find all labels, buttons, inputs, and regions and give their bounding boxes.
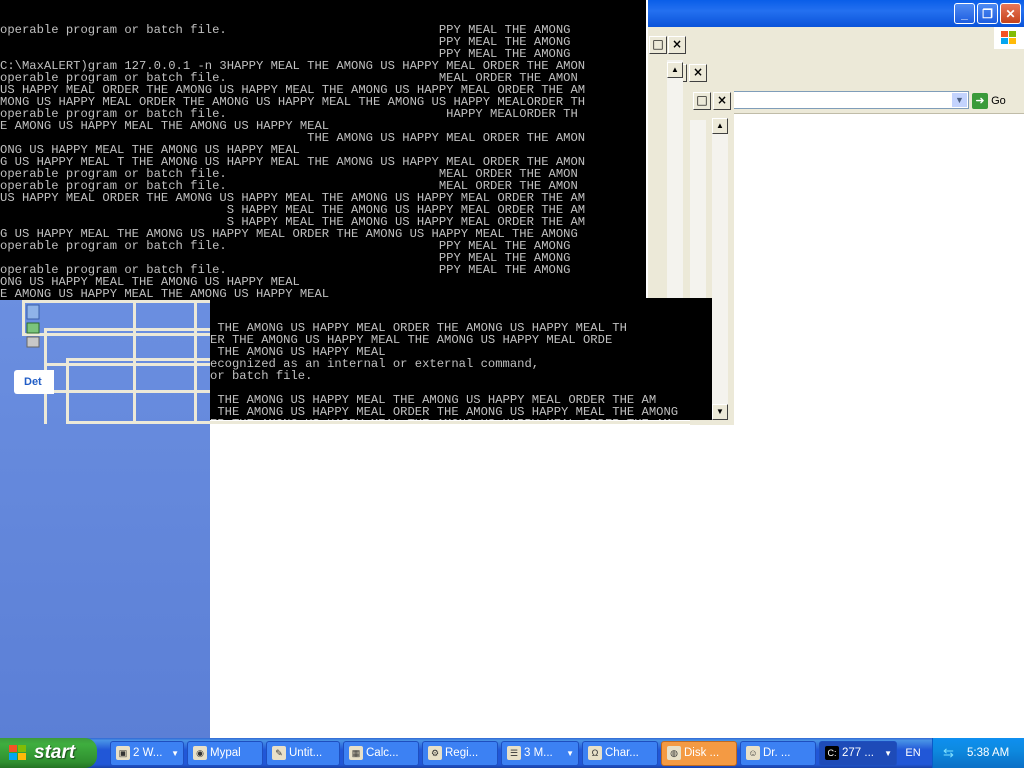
go-label: Go [991, 95, 1006, 107]
maximize-button[interactable]: ❐ [977, 3, 998, 24]
scrollbar[interactable] [667, 60, 683, 330]
maximize-button[interactable]: □ [693, 92, 711, 110]
chevron-down-icon[interactable]: ▼ [952, 93, 967, 107]
taskbar-button-console[interactable]: C: 277 ... ▼ [819, 741, 897, 766]
browser-title-bar[interactable]: _ ❐ ✕ [648, 0, 1024, 27]
console-output: operable program or batch file. PPY MEAL… [0, 0, 646, 300]
scroll-up-arrow[interactable]: ▲ [667, 62, 683, 78]
ghost-divider [133, 300, 136, 424]
taskbar-button-mypal[interactable]: ◉ Mypal [187, 741, 263, 766]
charmap-icon: Ω [588, 746, 602, 760]
scrollbar[interactable] [712, 118, 728, 420]
browser-menu-bar [648, 27, 1024, 50]
paint-icon: ✎ [272, 746, 286, 760]
network-icon[interactable]: ⇆ [943, 745, 959, 761]
taskbar: start ▣ 2 W... ▼ ◉ Mypal ✎ Untit... ▦ Cal… [0, 738, 1024, 768]
minimize-button[interactable]: _ [954, 3, 975, 24]
calculator-icon: ▦ [349, 746, 363, 760]
scroll-down-arrow[interactable]: ▼ [712, 404, 728, 420]
folder-icon: ▣ [116, 746, 130, 760]
windows-flag-icon [9, 745, 26, 760]
maximize-button[interactable]: □ [649, 36, 667, 54]
close-button[interactable]: ✕ [1000, 3, 1021, 24]
scroll-up-arrow[interactable]: ▲ [712, 118, 728, 134]
start-button[interactable]: start [0, 738, 97, 768]
system-tray: ⇆ 5:38 AM [932, 738, 1024, 768]
address-input[interactable]: ▼ [733, 91, 969, 109]
taskbar-button-explorer[interactable]: ▣ 2 W... ▼ [110, 741, 184, 766]
drwatson-icon: ☺ [746, 746, 760, 760]
chevron-down-icon: ▼ [171, 749, 179, 758]
clock[interactable]: 5:38 AM [967, 738, 1009, 768]
disk-icon: ◍ [667, 746, 681, 760]
taskbar-button-calculator[interactable]: ▦ Calc... [343, 741, 419, 766]
chevron-down-icon: ▼ [566, 749, 574, 758]
close-button[interactable]: × [689, 64, 707, 82]
ghost-divider [194, 300, 197, 424]
go-button[interactable]: ➜ Go [972, 91, 1022, 111]
taskbar-button-charmap[interactable]: Ω Char... [582, 741, 658, 766]
registry-icon: ⚙ [428, 746, 442, 760]
chevron-down-icon: ▼ [884, 749, 892, 758]
start-label: start [34, 742, 76, 763]
details-tab[interactable]: Det [14, 370, 54, 394]
browser-icon: ◉ [193, 746, 207, 760]
language-indicator[interactable]: EN [898, 738, 928, 768]
go-arrow-icon: ➜ [972, 93, 988, 110]
close-button[interactable]: × [668, 36, 686, 54]
taskbar-button-notepad[interactable]: ☰ 3 M... ▼ [501, 741, 579, 766]
notepad-icon: ☰ [507, 746, 521, 760]
taskbar-button-disk[interactable]: ◍ Disk ... [661, 741, 737, 766]
console-line: or batch file. [210, 369, 313, 383]
console-icon: C: [825, 746, 839, 760]
console-output-lower: THE AMONG US HAPPY MEAL ORDER THE AMONG … [210, 298, 712, 420]
console-line: ER THE AMONG US HAPPY MEAL THE AMONG US … [210, 418, 712, 420]
taskbar-button-paint[interactable]: ✎ Untit... [266, 741, 340, 766]
taskbar-button-registry[interactable]: ⚙ Regi... [422, 741, 498, 766]
taskbar-button-drwatson[interactable]: ☺ Dr. ... [740, 741, 816, 766]
windows-logo-icon [994, 27, 1024, 49]
task-pane-icons [22, 303, 44, 351]
close-button[interactable]: × [713, 92, 731, 110]
